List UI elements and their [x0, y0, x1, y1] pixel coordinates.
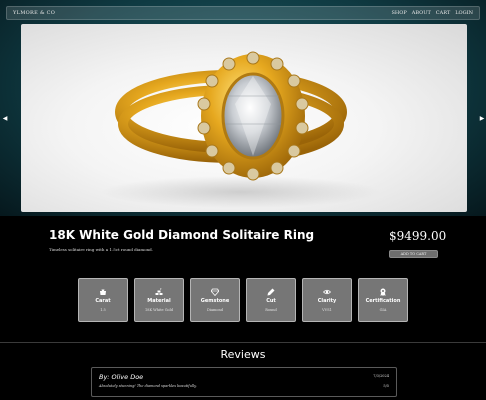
spec-value: 18K White Gold	[144, 308, 173, 312]
spec-label: Cut	[266, 298, 276, 304]
review-rating: 5/5	[383, 384, 389, 388]
spec-label: Clarity	[317, 298, 337, 304]
nav-links: SHOP ABOUT CART LOGIN	[392, 10, 474, 16]
award-icon	[380, 288, 386, 296]
spec-value: 1.5	[100, 308, 106, 312]
spec-value: GIA	[379, 308, 387, 312]
spec-card-carat: Carat 1.5	[78, 278, 128, 322]
pencil-icon	[267, 288, 275, 296]
weight-icon	[100, 289, 106, 295]
add-to-cart-button[interactable]: ADD TO CART	[389, 250, 438, 258]
spec-label: Material	[147, 298, 171, 304]
nav-link-shop[interactable]: SHOP	[392, 10, 407, 16]
carousel-next-icon[interactable]: ▶	[478, 114, 486, 122]
spec-label: Certification	[365, 298, 401, 304]
product-image	[21, 24, 467, 212]
spec-card-gemstone: Gemstone Diamond	[190, 278, 240, 322]
ring-illustration	[101, 51, 381, 208]
reviews-heading: Reviews	[220, 348, 266, 361]
product-title: 18K White Gold Diamond Solitaire Ring	[49, 228, 315, 242]
nav-link-about[interactable]: ABOUT	[412, 10, 431, 16]
spec-card-clarity: Clarity VVS1	[302, 278, 352, 322]
material-icon	[155, 288, 163, 295]
spec-label: Gemstone	[200, 298, 230, 304]
product-price: $9499.00	[389, 229, 447, 243]
top-navbar: YLMORE & CO SHOP ABOUT CART LOGIN	[6, 6, 480, 20]
review-card: By: Olive Doe 7/3/2024 Absolutely stunni…	[91, 367, 397, 397]
review-date: 7/3/2024	[373, 374, 389, 378]
section-divider	[0, 342, 486, 343]
spec-card-cut: Cut Round	[246, 278, 296, 322]
nav-link-cart[interactable]: CART	[436, 10, 450, 16]
spec-card-material: Material 18K White Gold	[134, 278, 184, 322]
hero-section: YLMORE & CO SHOP ABOUT CART LOGIN ◀ ▶	[0, 0, 486, 216]
review-text: Absolutely stunning! The diamond sparkle…	[99, 384, 197, 388]
eye-icon	[323, 289, 331, 295]
review-author: By: Olive Doe	[99, 373, 144, 381]
spec-value: VVS1	[322, 308, 332, 312]
specs-grid: Carat 1.5 Material 18K White Gold Gemsto…	[78, 278, 409, 322]
brand-logo[interactable]: YLMORE & CO	[13, 10, 55, 16]
spec-value: Round	[265, 308, 277, 312]
spec-value: Diamond	[207, 308, 223, 312]
spec-label: Carat	[95, 298, 111, 304]
carousel-prev-icon[interactable]: ◀	[1, 114, 9, 122]
product-description: Timeless solitaire ring with a 1.5ct rou…	[49, 247, 154, 252]
nav-link-login[interactable]: LOGIN	[455, 10, 473, 16]
spec-card-certification: Certification GIA	[358, 278, 408, 322]
gem-icon	[211, 288, 219, 296]
